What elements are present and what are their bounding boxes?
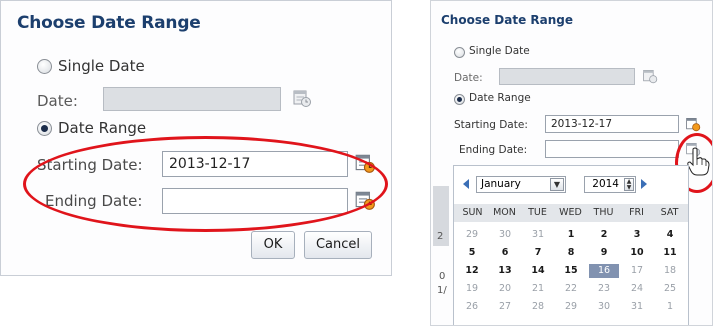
calendar-icon xyxy=(643,70,658,84)
starting-date-calendar-icon[interactable] xyxy=(685,116,701,132)
calendar-day[interactable]: 30 xyxy=(490,228,520,242)
month-value: January xyxy=(481,178,521,190)
calendar-day[interactable]: 28 xyxy=(523,300,553,314)
calendar-day[interactable]: 6 xyxy=(490,246,520,260)
starting-date-label: Starting Date: xyxy=(454,119,528,131)
year-stepper-icon[interactable]: ▲ ▼ xyxy=(624,178,634,191)
weekday: MON xyxy=(493,207,516,218)
calendar-day[interactable]: 29 xyxy=(556,300,586,314)
calendar-day[interactable]: 25 xyxy=(655,282,685,296)
weekday: WED xyxy=(559,207,582,218)
background-fragment-3: 1/ xyxy=(437,285,447,296)
next-month-icon[interactable] xyxy=(640,179,648,189)
calendar-day[interactable]: 21 xyxy=(523,282,553,296)
calendar-day[interactable]: 12 xyxy=(457,264,487,278)
calendar-day[interactable]: 14 xyxy=(523,264,553,278)
date-label: Date: xyxy=(37,92,78,110)
calendar-day[interactable]: 2 xyxy=(589,228,619,242)
calendar-day[interactable]: 15 xyxy=(556,264,586,278)
month-dropdown-icon[interactable]: ▼ xyxy=(550,178,564,191)
left-date-range-dialog: Choose Date Range Single Date Date: Date… xyxy=(0,0,392,276)
year-spinner[interactable]: 2014 ▲ ▼ xyxy=(584,176,636,193)
weekday: FRI xyxy=(629,207,644,218)
single-date-label: Single Date xyxy=(469,45,530,57)
weekday: SUN xyxy=(462,207,483,218)
calendar-day[interactable]: 10 xyxy=(622,246,652,260)
calendar-day[interactable]: 22 xyxy=(556,282,586,296)
single-date-radio[interactable] xyxy=(37,59,52,74)
weekday: SAT xyxy=(660,207,679,218)
month-select[interactable]: January ▼ xyxy=(476,176,566,193)
calendar-day[interactable]: 23 xyxy=(589,282,619,296)
date-range-label: Date Range xyxy=(469,92,531,104)
date-range-radio[interactable] xyxy=(454,94,465,105)
calendar-day[interactable]: 31 xyxy=(523,228,553,242)
prev-month-icon[interactable] xyxy=(462,179,470,189)
dialog-title: Choose Date Range xyxy=(441,13,574,27)
calendar-day[interactable]: 30 xyxy=(589,300,619,314)
weekday: THU xyxy=(593,207,614,218)
ending-date-input[interactable] xyxy=(545,140,679,158)
starting-date-input[interactable]: 2013-12-17 xyxy=(545,115,679,133)
calendar-day[interactable]: 19 xyxy=(457,282,487,296)
dialog-title: Choose Date Range xyxy=(17,13,201,33)
calendar-day-today[interactable]: 16 xyxy=(589,264,619,278)
calendar-day[interactable]: 24 xyxy=(622,282,652,296)
date-field xyxy=(499,68,635,85)
calendar-day[interactable]: 1 xyxy=(556,228,586,242)
calendar-day[interactable]: 18 xyxy=(655,264,685,278)
background-fragment-1: 2 xyxy=(437,231,444,242)
calendar-day[interactable]: 1 xyxy=(655,300,685,314)
highlight-oval xyxy=(23,136,388,232)
ok-button[interactable]: OK xyxy=(251,231,295,259)
calendar-day[interactable]: 20 xyxy=(490,282,520,296)
calendar-day[interactable]: 11 xyxy=(655,246,685,260)
date-range-label: Date Range xyxy=(58,119,147,137)
calendar-day[interactable]: 27 xyxy=(490,300,520,314)
date-range-radio[interactable] xyxy=(37,121,52,136)
calendar-day[interactable]: 5 xyxy=(457,246,487,260)
calendar-day[interactable]: 31 xyxy=(622,300,652,314)
weekday: TUE xyxy=(528,207,547,218)
single-date-label: Single Date xyxy=(58,57,145,75)
calendar-day[interactable]: 13 xyxy=(490,264,520,278)
ending-date-label: Ending Date: xyxy=(459,144,528,156)
single-date-radio[interactable] xyxy=(454,47,465,58)
calendar-day[interactable]: 29 xyxy=(457,228,487,242)
calendar-day[interactable]: 26 xyxy=(457,300,487,314)
date-field xyxy=(103,87,281,111)
background-fragment-2: 0 xyxy=(439,271,446,282)
calendar-icon xyxy=(293,90,311,107)
calendar-day[interactable]: 4 xyxy=(655,228,685,242)
calendar-day[interactable]: 9 xyxy=(589,246,619,260)
calendar-day[interactable]: 17 xyxy=(622,264,652,278)
cancel-button[interactable]: Cancel xyxy=(304,231,372,259)
right-date-range-dialog: Choose Date Range Single Date Date: Date… xyxy=(430,0,713,326)
calendar-day[interactable]: 7 xyxy=(523,246,553,260)
calendar-day-grid: 29 30 31 1 2 3 4 5 6 7 8 9 10 11 12 13 14 15 16 17 18 19 20 21 2… xyxy=(454,228,688,324)
calendar-day[interactable]: 8 xyxy=(556,246,586,260)
hand-pointer-icon xyxy=(687,147,710,176)
year-value: 2014 xyxy=(592,178,619,190)
calendar-popup: January ▼ 2014 ▲ ▼ SUN MON TUE WED THU FR… xyxy=(453,165,689,325)
weekday-header: SUN MON TUE WED THU FRI SAT xyxy=(454,204,688,222)
calendar-day[interactable]: 3 xyxy=(622,228,652,242)
date-label: Date: xyxy=(454,72,483,84)
